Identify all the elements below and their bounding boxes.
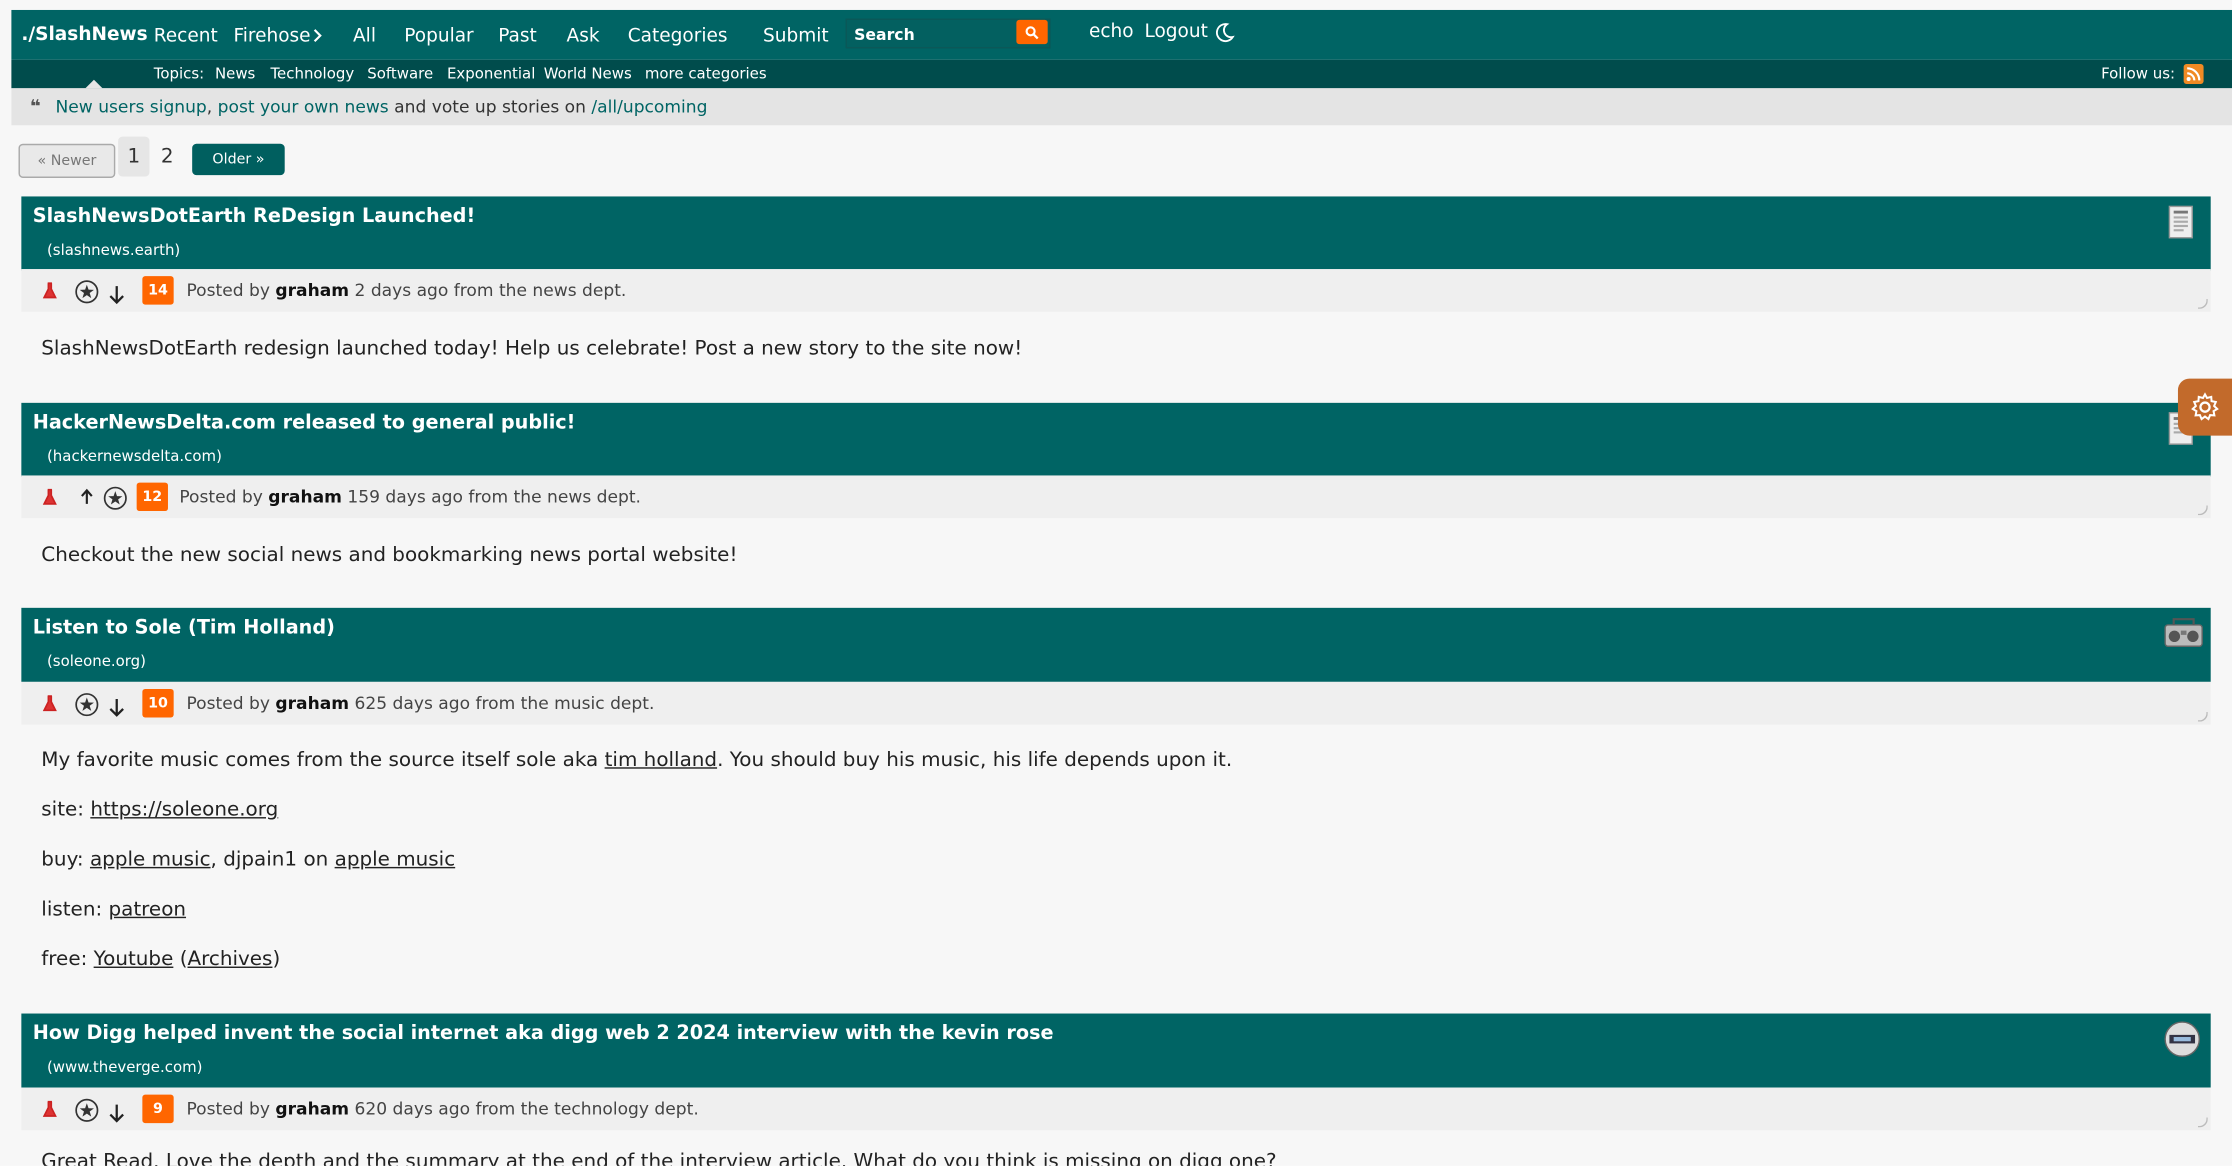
listen-line: listen: patreon xyxy=(41,898,187,922)
flag-icon[interactable] xyxy=(102,485,128,511)
vote-count: 12 xyxy=(136,482,168,512)
free-line: free: Youtube (Archives) xyxy=(41,948,281,971)
nav-firehose[interactable]: Firehose xyxy=(233,26,310,47)
story-body: Checkout the new social news and bookmar… xyxy=(41,543,738,567)
author-link[interactable]: graham xyxy=(275,280,349,300)
moon-icon[interactable] xyxy=(1213,21,1236,44)
story-header: Listen to Sole (Tim Holland) (soleone.or… xyxy=(21,607,2211,682)
upvote-icon[interactable] xyxy=(80,488,94,505)
story-body: SlashNewsDotEarth redesign launched toda… xyxy=(41,337,1023,361)
topic-exponential[interactable]: Exponential xyxy=(447,65,535,82)
flask-icon[interactable] xyxy=(42,488,57,505)
nav-recent[interactable]: Recent xyxy=(154,26,218,47)
story-body: Great Read. Love the depth and the summa… xyxy=(41,1150,1277,1166)
story-meta: 14 Posted by graham 2 days ago from the … xyxy=(21,269,2211,312)
newer-button[interactable]: « Newer xyxy=(18,143,116,178)
page-2[interactable]: 2 xyxy=(161,145,174,168)
search-input[interactable] xyxy=(851,21,1014,47)
buy-line: buy: apple music, djpain1 on apple music xyxy=(41,848,456,872)
chevron-right-icon[interactable] xyxy=(310,27,324,44)
flask-icon[interactable] xyxy=(42,1100,57,1117)
story-meta: 9 Posted by graham 620 days ago from the… xyxy=(21,1087,2211,1131)
quote-icon: ❝ xyxy=(29,96,41,119)
boombox-icon[interactable] xyxy=(2162,614,2203,654)
patreon-link[interactable]: patreon xyxy=(108,898,186,921)
story-domain[interactable]: (soleone.org) xyxy=(47,653,146,670)
signup-link[interactable]: New users signup xyxy=(56,97,207,117)
site-logo[interactable]: ./SlashNews xyxy=(21,24,147,45)
story-header: SlashNewsDotEarth ReDesign Launched! (sl… xyxy=(21,196,2211,271)
site-line: site: https://soleone.org xyxy=(41,798,279,822)
story-title[interactable]: HackerNewsDelta.com released to general … xyxy=(33,411,576,434)
posted-info: Posted by graham 159 days ago from the n… xyxy=(179,486,641,507)
topics-bar: Topics: News Technology Software Exponen… xyxy=(11,59,2232,89)
story-header: HackerNewsDelta.com released to general … xyxy=(21,402,2211,477)
posted-info: Posted by graham 2 days ago from the new… xyxy=(186,280,627,301)
youtube-link[interactable]: Youtube xyxy=(94,948,174,971)
upcoming-link[interactable]: /all/upcoming xyxy=(591,97,707,117)
older-button[interactable]: Older » xyxy=(192,143,285,176)
nav-submit[interactable]: Submit xyxy=(763,26,829,47)
apple-music-link-2[interactable]: apple music xyxy=(335,848,456,871)
news-icon[interactable] xyxy=(2162,202,2202,242)
topics-label: Topics: xyxy=(153,65,205,83)
story-meta: 10 Posted by graham 625 days ago from th… xyxy=(21,681,2211,725)
rss-icon[interactable] xyxy=(2183,64,2204,84)
active-indicator xyxy=(85,79,103,89)
nav-ask[interactable]: Ask xyxy=(567,26,600,47)
nav-popular[interactable]: Popular xyxy=(404,26,473,47)
posted-info: Posted by graham 620 days ago from the t… xyxy=(186,1098,699,1119)
story-domain[interactable]: (slashnews.earth) xyxy=(47,242,180,259)
author-link[interactable]: graham xyxy=(275,693,349,713)
story-body: My favorite music comes from the source … xyxy=(41,748,1233,772)
apple-music-link[interactable]: apple music xyxy=(90,848,211,871)
downvote-icon[interactable] xyxy=(108,285,125,305)
page-1[interactable]: 1 xyxy=(118,136,150,177)
site-link[interactable]: https://soleone.org xyxy=(90,799,278,822)
search-icon xyxy=(1025,25,1039,39)
story-title[interactable]: How Digg helped invent the social intern… xyxy=(33,1022,1054,1045)
vote-count: 10 xyxy=(142,688,174,718)
topic-world-news[interactable]: World News xyxy=(544,65,632,82)
story-header: How Digg helped invent the social intern… xyxy=(21,1013,2211,1088)
flask-icon[interactable] xyxy=(42,282,57,299)
author-link[interactable]: graham xyxy=(275,1099,349,1119)
announcement-banner: ❝ New users signup, post your own news a… xyxy=(11,88,2232,126)
topic-software[interactable]: Software xyxy=(367,65,433,82)
flag-icon[interactable] xyxy=(74,692,100,718)
story-meta: 12 Posted by graham 159 days ago from th… xyxy=(21,475,2211,519)
archives-link[interactable]: Archives xyxy=(187,948,272,971)
vote-count: 9 xyxy=(142,1094,174,1124)
downvote-icon[interactable] xyxy=(108,1103,125,1123)
story-domain[interactable]: (www.theverge.com) xyxy=(47,1059,203,1076)
posted-info: Posted by graham 625 days ago from the m… xyxy=(186,693,655,714)
story-title[interactable]: Listen to Sole (Tim Holland) xyxy=(33,616,335,639)
nav-all[interactable]: All xyxy=(353,26,376,47)
user-name[interactable]: echo xyxy=(1089,21,1134,42)
search-button[interactable] xyxy=(1016,19,1048,45)
settings-button[interactable] xyxy=(2177,378,2232,436)
flask-icon[interactable] xyxy=(42,695,57,712)
technology-icon[interactable] xyxy=(2162,1019,2202,1059)
flag-icon[interactable] xyxy=(74,279,100,305)
gear-icon xyxy=(2189,391,2220,422)
logout-link[interactable]: Logout xyxy=(1144,21,1207,42)
story-title[interactable]: SlashNewsDotEarth ReDesign Launched! xyxy=(33,205,475,228)
story-domain[interactable]: (hackernewsdelta.com) xyxy=(47,448,222,465)
downvote-icon[interactable] xyxy=(108,698,125,718)
nav-past[interactable]: Past xyxy=(498,26,537,47)
top-nav-bar: ./SlashNews Recent Firehose All Popular … xyxy=(11,9,2232,60)
follow-label: Follow us: xyxy=(2101,65,2176,83)
nav-categories[interactable]: Categories xyxy=(628,26,728,47)
search-box xyxy=(845,18,1051,49)
vote-count: 14 xyxy=(142,276,174,305)
topic-technology[interactable]: Technology xyxy=(270,65,354,82)
author-link[interactable]: graham xyxy=(268,487,342,507)
post-news-link[interactable]: post your own news xyxy=(218,97,389,117)
topic-news[interactable]: News xyxy=(215,65,255,82)
flag-icon[interactable] xyxy=(74,1098,100,1124)
page: ./SlashNews Recent Firehose All Popular … xyxy=(0,0,2232,1166)
tim-holland-link[interactable]: tim holland xyxy=(605,749,718,772)
topic-more-categories[interactable]: more categories xyxy=(645,65,767,82)
